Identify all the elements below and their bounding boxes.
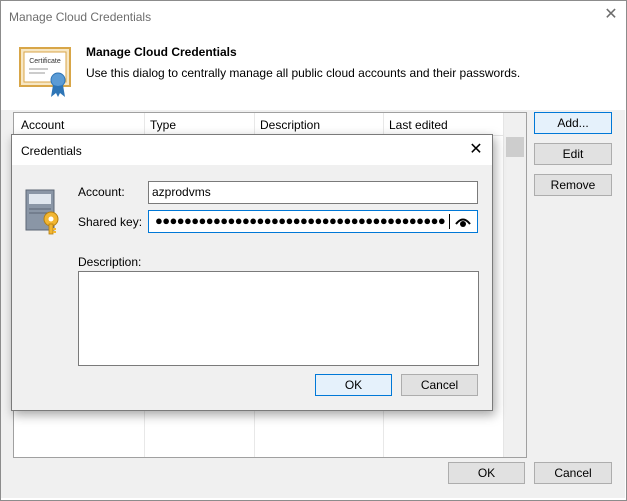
cancel-button[interactable]: Cancel <box>534 462 612 484</box>
dialog-close-icon[interactable]: ✕ <box>464 140 488 160</box>
column-header-account[interactable]: Account <box>21 118 64 132</box>
edit-button[interactable]: Edit <box>534 143 612 165</box>
account-input[interactable]: azprodvms <box>148 181 478 204</box>
shared-key-label: Shared key: <box>78 215 143 229</box>
list-scrollbar[interactable] <box>503 113 526 457</box>
header-title: Manage Cloud Credentials <box>86 45 237 59</box>
ok-button[interactable]: OK <box>448 462 525 484</box>
text-caret <box>449 214 450 229</box>
dialog-titlebar: Credentials ✕ <box>12 135 492 165</box>
remove-button[interactable]: Remove <box>534 174 612 196</box>
description-label: Description: <box>78 255 142 269</box>
show-password-eye-icon[interactable] <box>455 215 471 229</box>
dialog-cancel-button[interactable]: Cancel <box>401 374 478 396</box>
column-header-type[interactable]: Type <box>150 118 176 132</box>
add-button[interactable]: Add... <box>534 112 612 134</box>
column-header-last-edited[interactable]: Last edited <box>389 118 448 132</box>
header-subtitle: Use this dialog to centrally manage all … <box>86 66 521 80</box>
account-label: Account: <box>78 185 125 199</box>
scrollbar-thumb[interactable] <box>506 137 524 157</box>
dialog-ok-button[interactable]: OK <box>315 374 392 396</box>
window-title: Manage Cloud Credentials <box>9 10 152 24</box>
shared-key-mask: ●●●●●●●●●●●●●●●●●●●●●●●●●●●●●●●●●●●●●●●●… <box>155 213 445 228</box>
key-computer-icon <box>25 189 59 235</box>
credentials-dialog: Credentials ✕ Account: azprodvms Shared … <box>11 134 493 411</box>
window-close-icon[interactable]: ✕ <box>601 5 621 25</box>
certificate-text: Certificate <box>29 58 61 65</box>
shared-key-input[interactable]: ●●●●●●●●●●●●●●●●●●●●●●●●●●●●●●●●●●●●●●●●… <box>148 210 478 233</box>
column-header-description[interactable]: Description <box>260 118 320 132</box>
description-textarea[interactable] <box>78 271 479 366</box>
dialog-title: Credentials <box>21 144 82 158</box>
certificate-icon: Certificate <box>19 47 71 97</box>
list-header: Account Type Description Last edited <box>14 113 504 136</box>
